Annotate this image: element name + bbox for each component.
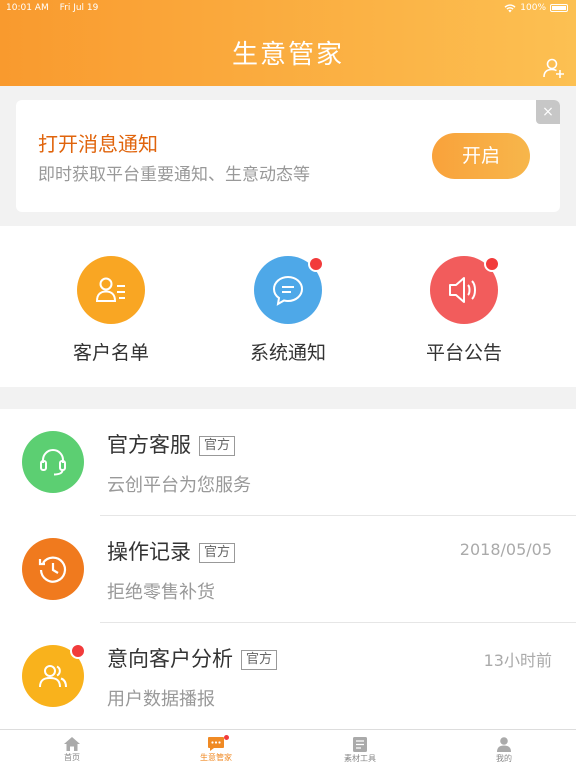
unread-dot xyxy=(70,643,86,659)
close-icon[interactable]: × xyxy=(536,100,560,124)
row-subtitle: 云创平台为您服务 xyxy=(107,475,251,496)
page-title: 生意管家 xyxy=(231,40,344,70)
unread-dot xyxy=(224,735,229,740)
users-icon-circle xyxy=(22,643,86,707)
row-title-text: 意向客户分析 xyxy=(107,647,233,671)
chat-bubble-icon xyxy=(272,275,304,306)
notify-title: 打开消息通知 xyxy=(38,132,158,156)
tab-business-manager[interactable]: 生意管家 xyxy=(176,730,256,768)
row-subtitle: 用户数据播报 xyxy=(107,689,215,710)
official-tag: 官方 xyxy=(199,436,236,456)
bottom-tab-bar: 首页 生意管家 素材工具 我的 xyxy=(0,729,576,768)
customer-list-entry[interactable]: 客户名单 xyxy=(51,256,171,365)
app-header: 10:01 AM Fri Jul 19 100% 生意管家 xyxy=(0,0,576,86)
tab-home[interactable]: 首页 xyxy=(32,730,112,768)
service-icon-circle xyxy=(22,431,84,493)
message-icon xyxy=(208,737,224,751)
notification-prompt-card: 打开消息通知 即时获取平台重要通知、生意动态等 开启 × xyxy=(16,100,560,212)
tab-label: 我的 xyxy=(496,754,512,763)
customer-list-icon xyxy=(95,277,125,302)
list-item-official-service[interactable]: 官方客服 官方 云创平台为您服务 xyxy=(0,409,576,516)
tab-mine[interactable]: 我的 xyxy=(464,730,544,768)
notify-subtitle: 即时获取平台重要通知、生意动态等 xyxy=(38,165,310,185)
official-tag: 官方 xyxy=(241,650,278,670)
quick-entry-section: 客户名单 系统通知 平台公告 xyxy=(0,226,576,387)
unread-dot xyxy=(308,256,324,272)
home-icon xyxy=(64,737,80,751)
history-icon-circle xyxy=(22,538,84,600)
quick-label: 客户名单 xyxy=(72,342,149,364)
wifi-icon xyxy=(504,3,516,12)
status-time: 10:01 AM xyxy=(6,3,49,13)
status-date: Fri Jul 19 xyxy=(59,3,99,13)
tab-material-tools[interactable]: 素材工具 xyxy=(320,730,400,768)
system-notice-icon-circle xyxy=(254,256,324,324)
row-subtitle: 拒绝零售补货 xyxy=(107,582,215,603)
customer-list-icon-circle xyxy=(77,256,145,324)
official-tag: 官方 xyxy=(199,543,236,563)
message-list: 官方客服 官方 云创平台为您服务 操作记录 官方 拒绝零售补货 2018/05/05 xyxy=(0,409,576,729)
tab-label: 生意管家 xyxy=(200,753,232,762)
battery-icon xyxy=(550,4,568,12)
row-title-text: 官方客服 xyxy=(107,433,191,457)
enable-notifications-button[interactable]: 开启 xyxy=(432,133,530,179)
person-icon xyxy=(497,737,511,752)
quick-label: 平台公告 xyxy=(425,342,502,364)
battery-percent: 100% xyxy=(520,3,546,13)
history-icon xyxy=(38,556,67,583)
speaker-icon xyxy=(449,277,476,303)
document-icon xyxy=(353,737,367,752)
add-user-icon[interactable] xyxy=(542,56,566,80)
users-icon xyxy=(39,665,67,688)
row-title: 官方客服 官方 xyxy=(107,429,236,459)
row-time: 13小时前 xyxy=(483,651,552,670)
tab-label: 首页 xyxy=(64,753,80,762)
status-bar: 10:01 AM Fri Jul 19 100% xyxy=(0,0,576,16)
list-item-customer-analysis[interactable]: 意向客户分析 官方 用户数据播报 13小时前 xyxy=(0,623,576,730)
unread-dot xyxy=(484,256,500,272)
tab-label: 素材工具 xyxy=(344,754,376,763)
headset-icon xyxy=(40,448,66,476)
quick-label: 系统通知 xyxy=(249,342,326,364)
system-notice-entry[interactable]: 系统通知 xyxy=(228,256,348,365)
row-time: 2018/05/05 xyxy=(459,540,552,559)
announcement-icon-circle xyxy=(430,256,500,324)
row-title: 操作记录 官方 xyxy=(107,536,236,566)
row-title: 意向客户分析 官方 xyxy=(107,643,278,673)
list-item-operation-log[interactable]: 操作记录 官方 拒绝零售补货 2018/05/05 xyxy=(0,516,576,623)
platform-announcement-entry[interactable]: 平台公告 xyxy=(404,256,524,365)
row-title-text: 操作记录 xyxy=(107,540,191,564)
